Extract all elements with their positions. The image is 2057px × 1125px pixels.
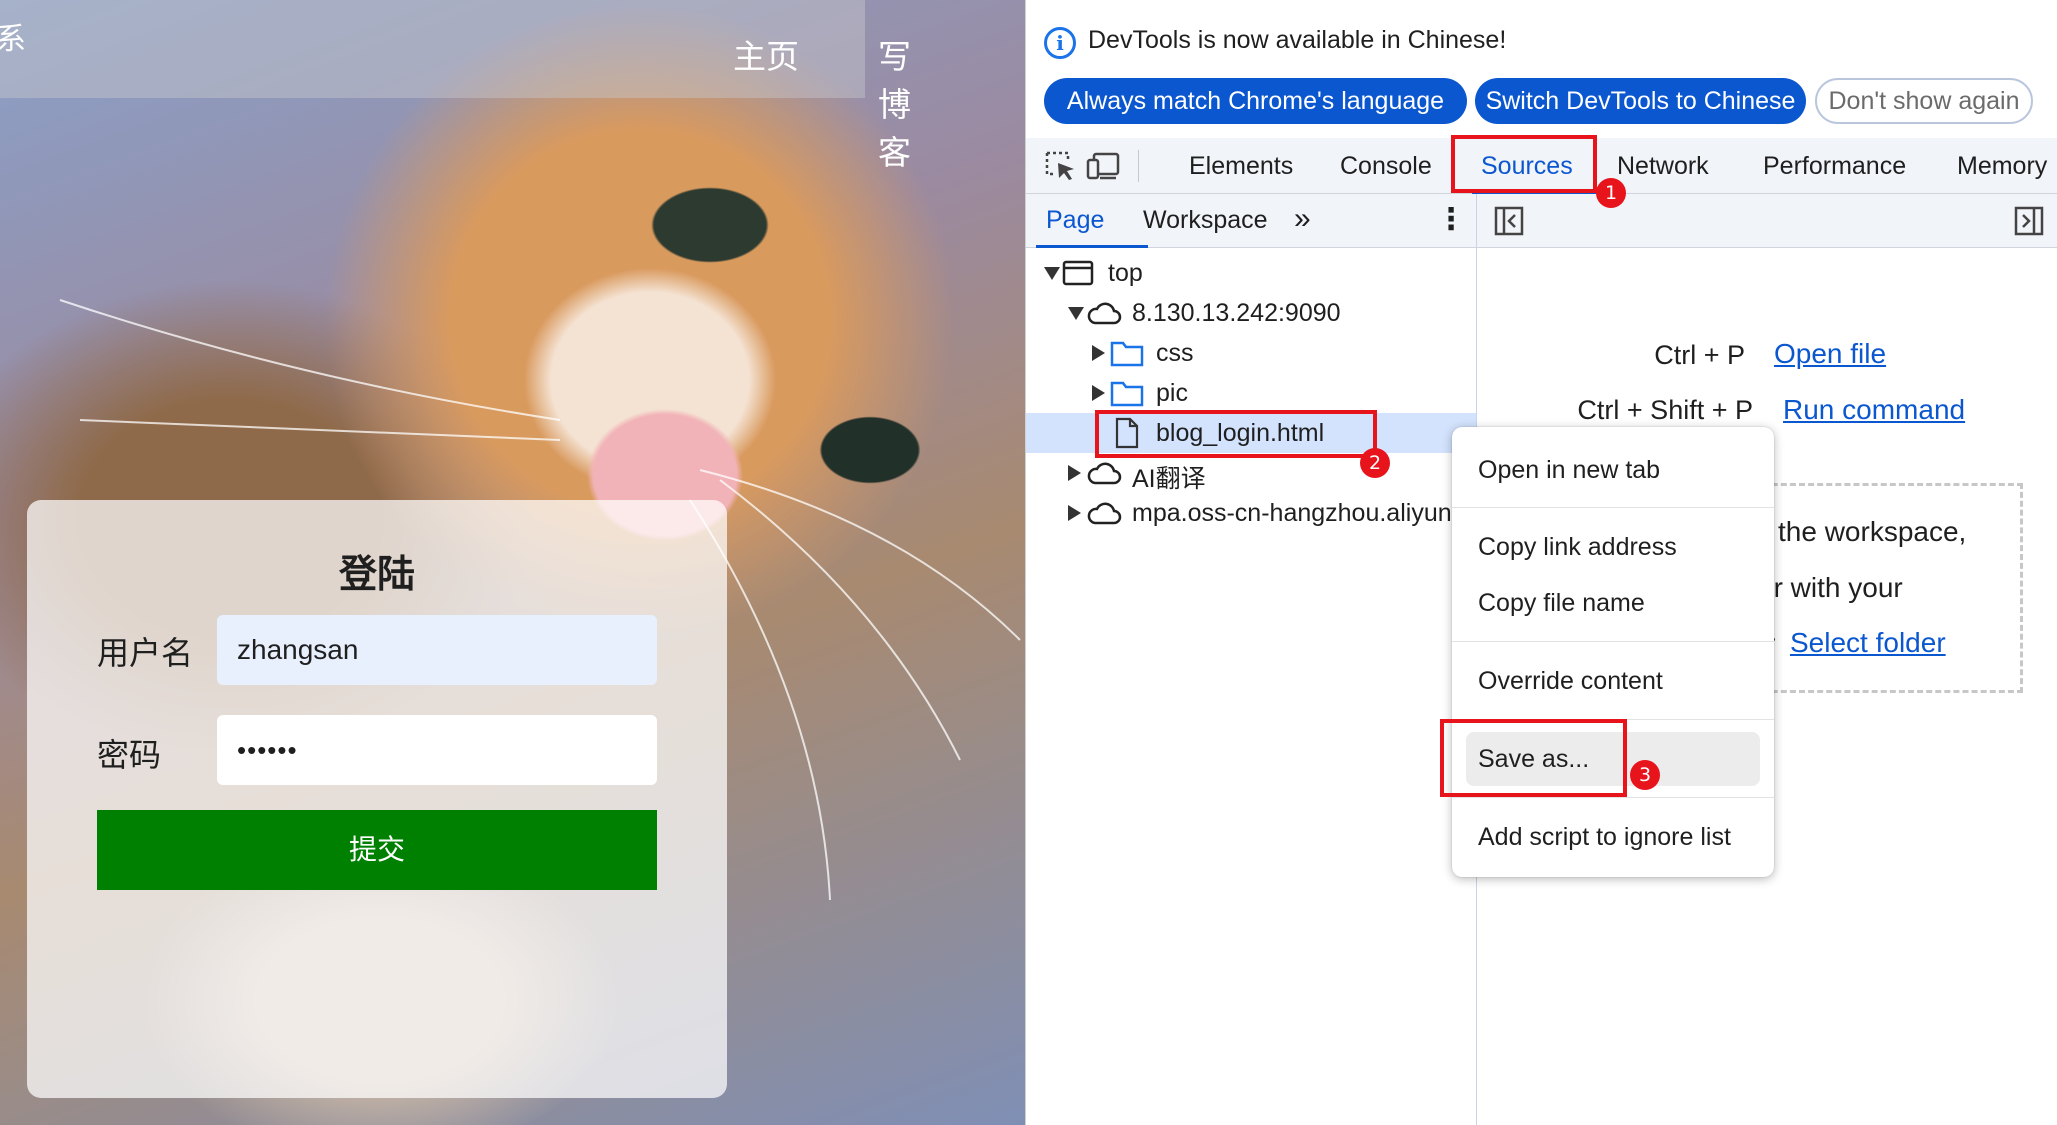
sources-sub-tab-bar: Page Workspace » ⋮ bbox=[1026, 194, 2057, 248]
subtab-workspace[interactable]: Workspace bbox=[1143, 206, 1268, 235]
menu-separator bbox=[1452, 641, 1774, 642]
login-title: 登陆 bbox=[338, 552, 415, 596]
password-label: 密码 bbox=[97, 736, 162, 774]
tab-elements[interactable]: Elements bbox=[1189, 152, 1293, 181]
annotation-box-sources bbox=[1451, 135, 1597, 193]
tree-row-oss[interactable]: mpa.oss-cn-hangzhou.aliyun bbox=[1026, 493, 1476, 533]
annotation-box-save-as bbox=[1440, 719, 1627, 797]
info-icon: i bbox=[1044, 27, 1076, 59]
toolbar-divider bbox=[1138, 150, 1139, 182]
menu-item-ignore-list[interactable]: Add script to ignore list bbox=[1452, 810, 1774, 864]
context-menu: Open in new tab Copy link address Copy f… bbox=[1452, 427, 1774, 877]
menu-item-copy-file-name[interactable]: Copy file name bbox=[1452, 576, 1774, 630]
tree-row-css[interactable]: css bbox=[1026, 333, 1476, 373]
switch-to-chinese-button[interactable]: Switch DevTools to Chinese bbox=[1475, 78, 1806, 124]
frame-icon bbox=[1062, 260, 1094, 286]
tree-label: css bbox=[1156, 339, 1194, 367]
tree-row-ai-translate[interactable]: AI翻译 bbox=[1026, 453, 1476, 493]
tree-row-top[interactable]: top bbox=[1026, 253, 1476, 293]
annotation-badge: 3 bbox=[1630, 760, 1660, 790]
device-toolbar-icon[interactable] bbox=[1086, 150, 1120, 182]
active-subtab-indicator bbox=[1036, 245, 1148, 248]
login-card: 登陆 用户名 zhangsan 密码 •••••• 提交 bbox=[27, 500, 727, 1098]
expand-arrow-icon[interactable] bbox=[1044, 267, 1060, 280]
menu-separator bbox=[1452, 507, 1774, 508]
always-match-language-button[interactable]: Always match Chrome's language bbox=[1044, 78, 1467, 124]
collapsed-arrow-icon[interactable] bbox=[1092, 345, 1105, 361]
tree-row-pic[interactable]: pic bbox=[1026, 373, 1476, 413]
tree-label: pic bbox=[1156, 379, 1188, 407]
blog-page: 系 主页 写博客 登陆 用户名 zhangsan 密码 •••••• 提交 bbox=[0, 0, 1025, 1125]
collapsed-arrow-icon[interactable] bbox=[1092, 385, 1105, 401]
username-label: 用户名 bbox=[97, 634, 194, 672]
cloud-icon bbox=[1087, 502, 1122, 525]
username-input[interactable]: zhangsan bbox=[217, 615, 657, 685]
cloud-icon bbox=[1087, 462, 1122, 485]
menu-item-open-in-new-tab[interactable]: Open in new tab bbox=[1452, 443, 1774, 497]
annotation-badge: 1 bbox=[1596, 178, 1626, 208]
expand-arrow-icon[interactable] bbox=[1068, 307, 1084, 320]
infobar-message: DevTools is now available in Chinese! bbox=[1088, 26, 1507, 54]
password-input[interactable]: •••••• bbox=[217, 715, 657, 785]
collapsed-arrow-icon[interactable] bbox=[1068, 505, 1081, 521]
kebab-menu-icon[interactable]: ⋮ bbox=[1436, 202, 1466, 237]
toggle-debugger-icon[interactable] bbox=[2014, 206, 2044, 236]
dont-show-again-button[interactable]: Don't show again bbox=[1815, 78, 2033, 124]
language-infobar: i DevTools is now available in Chinese! … bbox=[1026, 0, 2057, 138]
toggle-navigator-icon[interactable] bbox=[1494, 206, 1524, 236]
tree-label: 8.130.13.242:9090 bbox=[1132, 299, 1341, 327]
tab-network[interactable]: Network bbox=[1617, 152, 1709, 181]
annotation-badge: 2 bbox=[1360, 448, 1390, 478]
annotation-box-file bbox=[1095, 410, 1377, 458]
workspace-text-line1: the workspace, bbox=[1778, 516, 1967, 547]
select-folder-link[interactable]: Select folder bbox=[1790, 627, 1946, 659]
submit-button[interactable]: 提交 bbox=[97, 810, 657, 890]
more-tabs-icon[interactable]: » bbox=[1294, 202, 1311, 236]
tab-memory[interactable]: Memory bbox=[1957, 152, 2047, 181]
menu-item-copy-link-address[interactable]: Copy link address bbox=[1452, 520, 1774, 574]
tree-row-host[interactable]: 8.130.13.242:9090 bbox=[1026, 293, 1476, 333]
tab-performance[interactable]: Performance bbox=[1763, 152, 1906, 181]
inspect-element-icon[interactable] bbox=[1044, 150, 1078, 182]
menu-separator bbox=[1452, 797, 1774, 798]
shortcut-keys: Ctrl + P bbox=[1654, 340, 1745, 370]
menu-item-override-content[interactable]: Override content bbox=[1452, 654, 1774, 708]
collapsed-arrow-icon[interactable] bbox=[1068, 465, 1081, 481]
tree-label: AI翻译 bbox=[1132, 465, 1206, 493]
open-file-link[interactable]: Open file bbox=[1774, 338, 1886, 370]
tab-console[interactable]: Console bbox=[1340, 152, 1432, 181]
folder-icon bbox=[1110, 341, 1144, 367]
tree-label: mpa.oss-cn-hangzhou.aliyun bbox=[1132, 499, 1452, 527]
workspace-text-line2: er with your bbox=[1758, 572, 1903, 603]
folder-icon bbox=[1110, 381, 1144, 407]
tree-label: top bbox=[1108, 259, 1143, 287]
run-command-link[interactable]: Run command bbox=[1783, 394, 1965, 426]
subtab-page[interactable]: Page bbox=[1046, 206, 1104, 235]
cloud-icon bbox=[1087, 302, 1122, 325]
shortcut-keys: Ctrl + Shift + P bbox=[1577, 395, 1753, 425]
